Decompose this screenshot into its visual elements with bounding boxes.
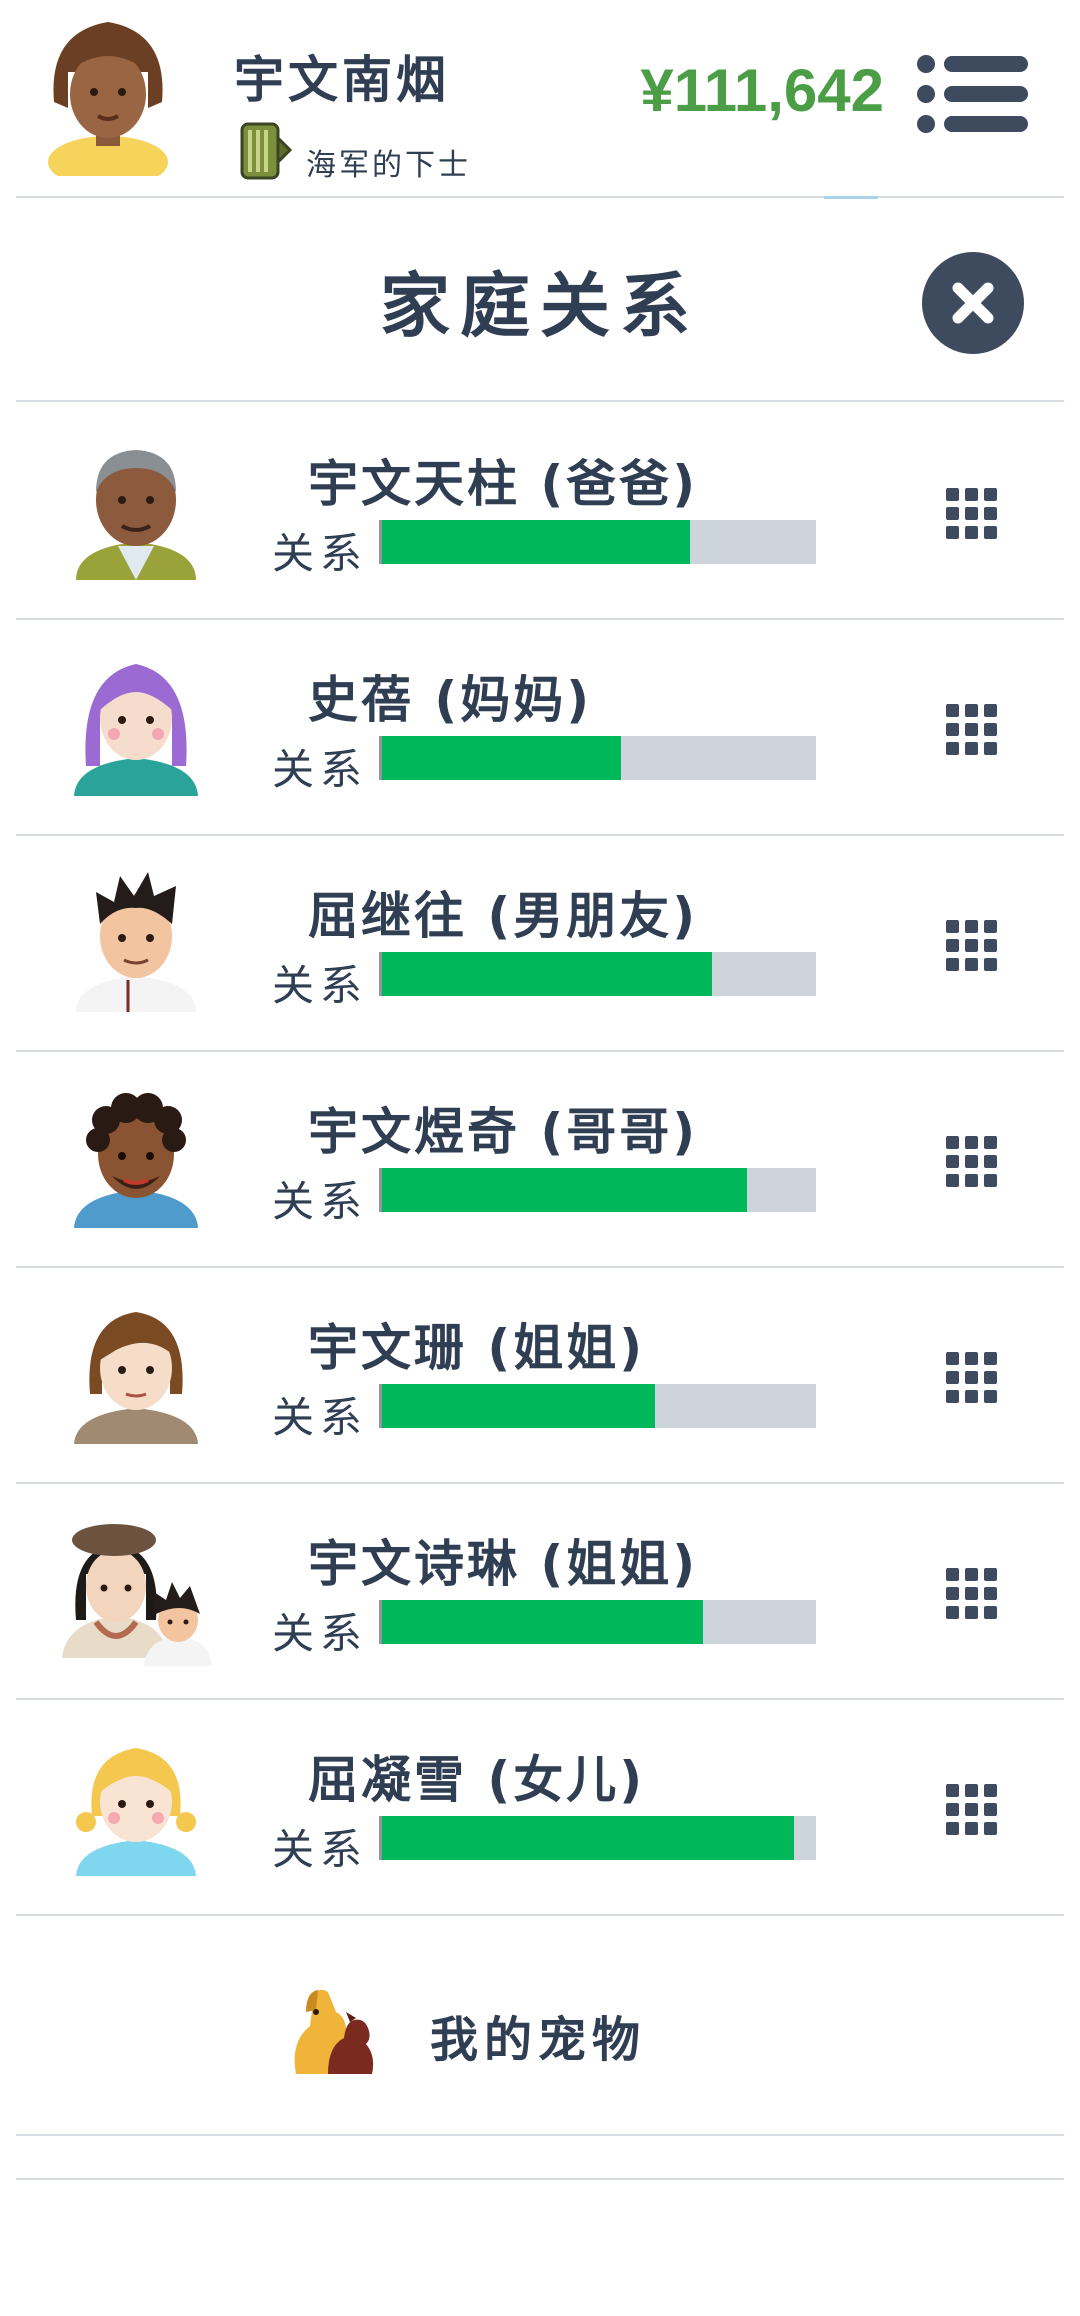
grid-icon[interactable]: [946, 704, 998, 756]
grid-icon[interactable]: [946, 1352, 998, 1404]
purple-hair-woman-avatar: [74, 664, 198, 796]
relationship-label: 关系: [272, 745, 369, 794]
relationship-bar: [379, 1168, 816, 1212]
family-member-row[interactable]: 宇文天柱 (爸爸) 关系: [16, 402, 1064, 620]
close-icon: [952, 282, 994, 324]
relationship-label: 关系: [272, 1393, 369, 1442]
relationship-bar-fill: [382, 1384, 656, 1428]
family-member-row[interactable]: 宇文珊 (姐姐) 关系: [16, 1266, 1064, 1484]
relationship-bar: [379, 1600, 816, 1644]
family-member-row[interactable]: 宇文诗琳 (姐姐) 关系: [16, 1482, 1064, 1700]
menu-icon[interactable]: [916, 54, 1028, 134]
rank-badge-icon: [240, 122, 293, 180]
my-pets-label: 我的宠物: [430, 2012, 647, 2068]
grid-icon[interactable]: [946, 1568, 998, 1620]
grid-icon[interactable]: [946, 488, 998, 540]
relationship-bar-fill: [382, 1816, 795, 1860]
member-name: 屈凝雪 (女儿): [308, 1751, 646, 1809]
header-divider: [16, 196, 1064, 198]
top-bar: 宇文南烟 海军的下士 ¥111,642: [0, 0, 1080, 196]
my-pets-row[interactable]: 我的宠物: [16, 1920, 1064, 2136]
bottom-divider: [16, 2178, 1064, 2180]
member-name: 宇文天柱 (爸爸): [308, 455, 699, 513]
family-member-row[interactable]: 屈继往 (男朋友) 关系: [16, 834, 1064, 1052]
relationship-bar: [379, 520, 816, 564]
relationship-bar-fill: [382, 952, 712, 996]
relationship-label: 关系: [272, 1825, 369, 1874]
grid-icon[interactable]: [946, 1784, 998, 1836]
modal-title: 家庭关系: [380, 265, 700, 347]
relationship-bar-fill: [382, 736, 621, 780]
player-avatar[interactable]: [44, 12, 172, 176]
blonde-girl-avatar: [76, 1748, 196, 1876]
relationship-bar: [379, 1384, 816, 1428]
woman-with-child-avatar: [62, 1524, 212, 1666]
family-member-row[interactable]: 宇文煜奇 (哥哥) 关系: [16, 1050, 1064, 1268]
relationship-bar-fill: [382, 1600, 704, 1644]
close-button[interactable]: [922, 252, 1024, 354]
member-name: 史蓓 (妈妈): [308, 671, 593, 729]
grid-icon[interactable]: [946, 1136, 998, 1188]
member-name: 宇文诗琳 (姐姐): [308, 1535, 699, 1593]
family-member-row[interactable]: 史蓓 (妈妈) 关系: [16, 618, 1064, 836]
player-name: 宇文南烟: [234, 51, 450, 109]
spiky-hair-man-avatar: [76, 872, 196, 1012]
member-name: 宇文珊 (姐姐): [308, 1319, 646, 1377]
money-balance: ¥111,642: [640, 57, 884, 124]
relationship-bar: [379, 1816, 816, 1860]
relationship-bar: [379, 736, 816, 780]
relationship-bar-fill: [382, 1168, 747, 1212]
member-name: 屈继往 (男朋友): [308, 887, 699, 945]
relationship-bar-fill: [382, 520, 691, 564]
curly-hair-man-avatar: [74, 1093, 198, 1228]
rank-title: 海军的下士: [306, 148, 471, 183]
dog-icon: [294, 1989, 374, 2074]
brown-hair-woman-avatar: [74, 1312, 198, 1444]
relationship-label: 关系: [272, 529, 369, 578]
relationship-label: 关系: [272, 1609, 369, 1658]
tab-indicator: [824, 196, 878, 199]
relationship-label: 关系: [272, 1177, 369, 1226]
family-member-row[interactable]: 屈凝雪 (女儿) 关系: [16, 1698, 1064, 1916]
old-man-avatar: [76, 450, 196, 580]
member-name: 宇文煜奇 (哥哥): [308, 1103, 699, 1161]
grid-icon[interactable]: [946, 920, 998, 972]
relationship-label: 关系: [272, 961, 369, 1010]
relationship-bar: [379, 952, 816, 996]
